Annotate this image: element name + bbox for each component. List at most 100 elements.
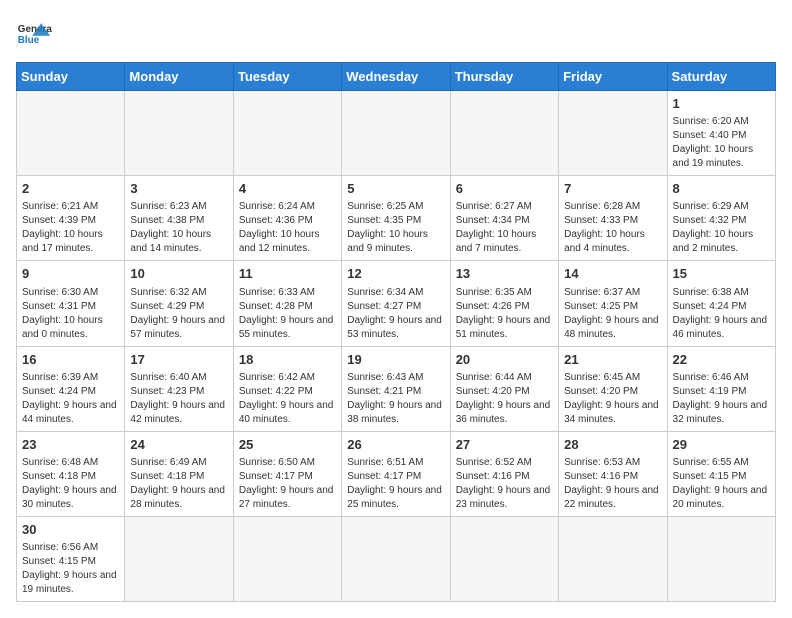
calendar-cell: 22 Sunrise: 6:46 AM Sunset: 4:19 PM Dayli… <box>667 346 775 431</box>
day-of-week-header: Friday <box>559 63 667 91</box>
day-number: 24 <box>130 436 227 454</box>
calendar-cell <box>233 91 341 176</box>
day-number: 11 <box>239 265 336 283</box>
logo: General Blue <box>16 16 52 52</box>
day-number: 8 <box>673 180 770 198</box>
calendar-cell: 2 Sunrise: 6:21 AM Sunset: 4:39 PM Daylig… <box>17 176 125 261</box>
day-info: Sunrise: 6:40 AM Sunset: 4:23 PM Dayligh… <box>130 371 227 427</box>
day-info: Sunrise: 6:29 AM Sunset: 4:32 PM Dayligh… <box>673 200 770 256</box>
day-number: 30 <box>22 521 119 539</box>
day-info: Sunrise: 6:35 AM Sunset: 4:26 PM Dayligh… <box>456 286 553 342</box>
day-info: Sunrise: 6:27 AM Sunset: 4:34 PM Dayligh… <box>456 200 553 256</box>
day-number: 12 <box>347 265 444 283</box>
day-info: Sunrise: 6:53 AM Sunset: 4:16 PM Dayligh… <box>564 456 661 512</box>
day-number: 18 <box>239 351 336 369</box>
day-number: 19 <box>347 351 444 369</box>
calendar-week-row: 2 Sunrise: 6:21 AM Sunset: 4:39 PM Daylig… <box>17 176 776 261</box>
calendar-cell: 9 Sunrise: 6:30 AM Sunset: 4:31 PM Daylig… <box>17 261 125 346</box>
day-info: Sunrise: 6:39 AM Sunset: 4:24 PM Dayligh… <box>22 371 119 427</box>
header: General Blue <box>16 16 776 52</box>
day-number: 3 <box>130 180 227 198</box>
day-number: 14 <box>564 265 661 283</box>
day-info: Sunrise: 6:28 AM Sunset: 4:33 PM Dayligh… <box>564 200 661 256</box>
calendar-cell: 21 Sunrise: 6:45 AM Sunset: 4:20 PM Dayli… <box>559 346 667 431</box>
calendar-cell: 24Sunrise: 6:49 AM Sunset: 4:18 PM Dayli… <box>125 431 233 516</box>
day-info: Sunrise: 6:46 AM Sunset: 4:19 PM Dayligh… <box>673 371 770 427</box>
calendar-cell <box>450 91 558 176</box>
calendar-cell <box>233 516 341 601</box>
calendar-cell: 3 Sunrise: 6:23 AM Sunset: 4:38 PM Daylig… <box>125 176 233 261</box>
day-number: 2 <box>22 180 119 198</box>
day-number: 6 <box>456 180 553 198</box>
calendar-cell <box>450 516 558 601</box>
day-number: 20 <box>456 351 553 369</box>
day-info: Sunrise: 6:44 AM Sunset: 4:20 PM Dayligh… <box>456 371 553 427</box>
calendar-cell: 6 Sunrise: 6:27 AM Sunset: 4:34 PM Daylig… <box>450 176 558 261</box>
day-number: 28 <box>564 436 661 454</box>
calendar-cell: 11Sunrise: 6:33 AM Sunset: 4:28 PM Dayli… <box>233 261 341 346</box>
day-info: Sunrise: 6:24 AM Sunset: 4:36 PM Dayligh… <box>239 200 336 256</box>
day-of-week-header: Tuesday <box>233 63 341 91</box>
day-number: 15 <box>673 265 770 283</box>
calendar-cell: 20 Sunrise: 6:44 AM Sunset: 4:20 PM Dayli… <box>450 346 558 431</box>
calendar-cell: 30Sunrise: 6:56 AM Sunset: 4:15 PM Dayli… <box>17 516 125 601</box>
day-info: Sunrise: 6:55 AM Sunset: 4:15 PM Dayligh… <box>673 456 770 512</box>
day-info: Sunrise: 6:51 AM Sunset: 4:17 PM Dayligh… <box>347 456 444 512</box>
calendar-cell: 26 Sunrise: 6:51 AM Sunset: 4:17 PM Dayli… <box>342 431 450 516</box>
calendar-header-row: SundayMondayTuesdayWednesdayThursdayFrid… <box>17 63 776 91</box>
calendar-cell <box>342 91 450 176</box>
day-info: Sunrise: 6:25 AM Sunset: 4:35 PM Dayligh… <box>347 200 444 256</box>
day-info: Sunrise: 6:30 AM Sunset: 4:31 PM Dayligh… <box>22 286 119 342</box>
calendar-cell: 18Sunrise: 6:42 AM Sunset: 4:22 PM Dayli… <box>233 346 341 431</box>
calendar-cell: 14 Sunrise: 6:37 AM Sunset: 4:25 PM Dayli… <box>559 261 667 346</box>
day-number: 23 <box>22 436 119 454</box>
day-info: Sunrise: 6:37 AM Sunset: 4:25 PM Dayligh… <box>564 286 661 342</box>
calendar-cell <box>125 516 233 601</box>
day-info: Sunrise: 6:23 AM Sunset: 4:38 PM Dayligh… <box>130 200 227 256</box>
calendar-cell: 8 Sunrise: 6:29 AM Sunset: 4:32 PM Daylig… <box>667 176 775 261</box>
calendar-week-row: 16 Sunrise: 6:39 AM Sunset: 4:24 PM Dayli… <box>17 346 776 431</box>
calendar-cell: 17 Sunrise: 6:40 AM Sunset: 4:23 PM Dayli… <box>125 346 233 431</box>
calendar-cell: 12 Sunrise: 6:34 AM Sunset: 4:27 PM Dayli… <box>342 261 450 346</box>
day-number: 9 <box>22 265 119 283</box>
calendar-cell: 23Sunrise: 6:48 AM Sunset: 4:18 PM Dayli… <box>17 431 125 516</box>
calendar-cell: 10Sunrise: 6:32 AM Sunset: 4:29 PM Dayli… <box>125 261 233 346</box>
day-number: 16 <box>22 351 119 369</box>
calendar-cell: 28 Sunrise: 6:53 AM Sunset: 4:16 PM Dayli… <box>559 431 667 516</box>
calendar-week-row: 30Sunrise: 6:56 AM Sunset: 4:15 PM Dayli… <box>17 516 776 601</box>
day-of-week-header: Saturday <box>667 63 775 91</box>
day-number: 22 <box>673 351 770 369</box>
calendar-cell: 7Sunrise: 6:28 AM Sunset: 4:33 PM Daylig… <box>559 176 667 261</box>
day-number: 27 <box>456 436 553 454</box>
day-number: 17 <box>130 351 227 369</box>
day-info: Sunrise: 6:52 AM Sunset: 4:16 PM Dayligh… <box>456 456 553 512</box>
day-info: Sunrise: 6:45 AM Sunset: 4:20 PM Dayligh… <box>564 371 661 427</box>
day-number: 4 <box>239 180 336 198</box>
calendar-cell: 13Sunrise: 6:35 AM Sunset: 4:26 PM Dayli… <box>450 261 558 346</box>
calendar: SundayMondayTuesdayWednesdayThursdayFrid… <box>16 62 776 602</box>
day-info: Sunrise: 6:32 AM Sunset: 4:29 PM Dayligh… <box>130 286 227 342</box>
svg-text:Blue: Blue <box>18 35 40 46</box>
day-of-week-header: Sunday <box>17 63 125 91</box>
calendar-cell <box>559 516 667 601</box>
day-info: Sunrise: 6:34 AM Sunset: 4:27 PM Dayligh… <box>347 286 444 342</box>
calendar-cell: 27 Sunrise: 6:52 AM Sunset: 4:16 PM Dayli… <box>450 431 558 516</box>
day-of-week-header: Wednesday <box>342 63 450 91</box>
day-number: 26 <box>347 436 444 454</box>
day-number: 29 <box>673 436 770 454</box>
calendar-cell: 4 Sunrise: 6:24 AM Sunset: 4:36 PM Daylig… <box>233 176 341 261</box>
day-info: Sunrise: 6:38 AM Sunset: 4:24 PM Dayligh… <box>673 286 770 342</box>
day-number: 1 <box>673 95 770 113</box>
calendar-cell: 1Sunrise: 6:20 AM Sunset: 4:40 PM Daylig… <box>667 91 775 176</box>
day-info: Sunrise: 6:43 AM Sunset: 4:21 PM Dayligh… <box>347 371 444 427</box>
calendar-cell <box>559 91 667 176</box>
day-number: 5 <box>347 180 444 198</box>
day-number: 25 <box>239 436 336 454</box>
calendar-cell: 29 Sunrise: 6:55 AM Sunset: 4:15 PM Dayli… <box>667 431 775 516</box>
calendar-week-row: 1Sunrise: 6:20 AM Sunset: 4:40 PM Daylig… <box>17 91 776 176</box>
day-info: Sunrise: 6:50 AM Sunset: 4:17 PM Dayligh… <box>239 456 336 512</box>
calendar-cell: 19 Sunrise: 6:43 AM Sunset: 4:21 PM Dayli… <box>342 346 450 431</box>
calendar-cell: 15 Sunrise: 6:38 AM Sunset: 4:24 PM Dayli… <box>667 261 775 346</box>
day-number: 21 <box>564 351 661 369</box>
day-info: Sunrise: 6:21 AM Sunset: 4:39 PM Dayligh… <box>22 200 119 256</box>
